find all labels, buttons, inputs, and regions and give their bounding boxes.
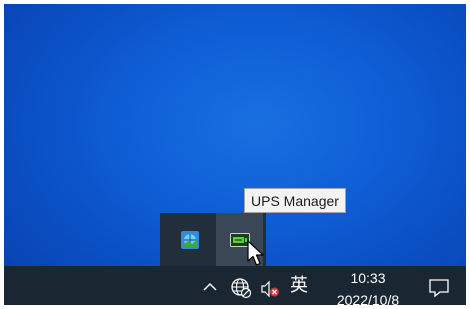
ups-manager-tooltip: UPS Manager (244, 188, 346, 213)
taskbar-clock[interactable]: 10:33 2022/10/8 (322, 269, 414, 305)
tray-overflow-item-app[interactable] (166, 213, 213, 266)
chevron-up-icon[interactable] (201, 280, 219, 294)
input-method-indicator[interactable]: 英 (290, 274, 308, 298)
mouse-cursor-icon (247, 240, 264, 266)
network-globe-icon[interactable] (230, 277, 252, 299)
action-center-icon[interactable] (428, 278, 450, 298)
desktop: UPS Manager 英 10:33 2022/10/8 (4, 4, 466, 305)
clock-date: 2022/10/8 (336, 292, 400, 305)
clock-time: 10:33 (350, 270, 386, 286)
app-globe-icon (181, 231, 199, 249)
volume-muted-icon[interactable] (260, 280, 280, 298)
